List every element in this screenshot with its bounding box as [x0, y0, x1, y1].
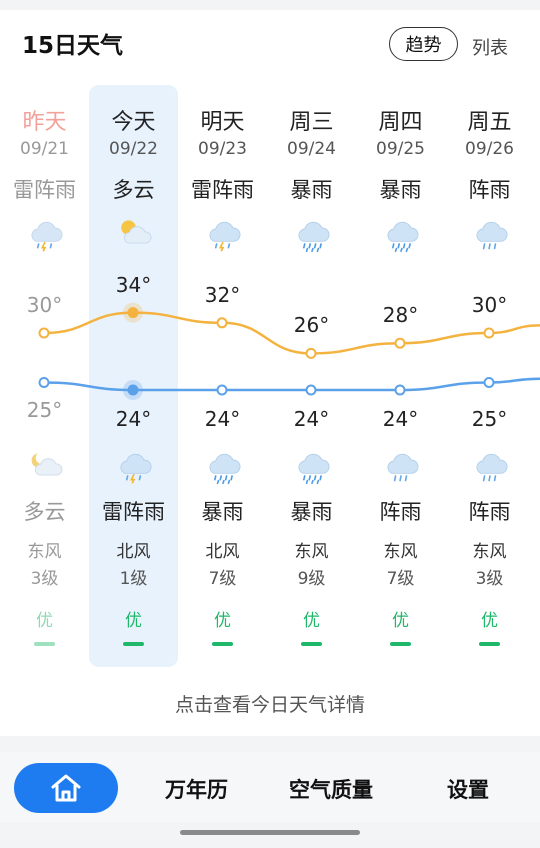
low-temp-point	[394, 384, 406, 396]
aqi-bar	[212, 642, 233, 646]
high-temp-line	[43, 311, 540, 355]
wind-level: 3级	[30, 569, 59, 589]
day-name: 明天	[200, 110, 245, 135]
night-weather: 阵雨	[468, 500, 511, 524]
trend-button[interactable]: 趋势	[389, 27, 458, 61]
day-name: 周四	[378, 110, 423, 135]
shower-icon	[476, 453, 508, 482]
today-detail-link[interactable]: 点击查看今日天气详情	[0, 690, 540, 717]
low-temp-line	[43, 377, 540, 392]
day-date: 09/23	[198, 139, 247, 159]
wind-level: 1级	[119, 569, 148, 589]
aqi-label: 优	[481, 611, 498, 631]
page-title: 15日天气	[22, 33, 124, 59]
high-temp-point	[38, 327, 50, 339]
night-weather: 暴雨	[290, 500, 333, 524]
day-weather: 暴雨	[290, 178, 333, 202]
wind-level: 7级	[208, 569, 237, 589]
high-temp-point	[216, 317, 228, 329]
day-weather: 多云	[112, 178, 155, 202]
night-weather: 暴雨	[201, 500, 244, 524]
day-weather: 暴雨	[379, 178, 422, 202]
aqi-label: 优	[214, 611, 231, 631]
aqi-bar	[34, 642, 55, 646]
rain-icon	[31, 221, 63, 252]
aqi-label: 优	[392, 611, 409, 631]
aqi-label: 优	[303, 611, 320, 631]
wind-direction: 北风	[116, 542, 151, 562]
temperature-trend-chart	[38, 302, 540, 400]
shower-icon	[387, 453, 419, 482]
partly-cloudy-night-icon	[31, 453, 63, 476]
wind-direction: 东风	[27, 542, 62, 562]
low-temp-point	[216, 384, 228, 396]
thunder-rain-icon	[120, 453, 152, 484]
thunder-rain-icon	[209, 221, 241, 252]
low-temp-point	[127, 384, 139, 396]
day-date: 09/21	[20, 139, 69, 159]
wind-level: 7级	[386, 569, 415, 589]
high-temp-point	[483, 327, 495, 339]
wind-direction: 东风	[472, 542, 507, 562]
day-date: 09/26	[465, 139, 514, 159]
day-name: 周三	[289, 110, 334, 135]
low-temp-point	[483, 377, 495, 388]
heavy-rain-icon	[209, 453, 241, 485]
home-icon	[51, 774, 81, 802]
partly-cloudy-day-icon	[121, 220, 152, 244]
forecast-card: 15日天气 趋势 列表 昨天 09/21 雷阵雨 30° 25° 多云 东风 3级优今天 09/…	[0, 0, 540, 736]
aqi-bar	[123, 642, 144, 646]
wind-level: 9级	[297, 569, 326, 589]
day-name: 昨天	[22, 110, 67, 135]
high-temp-point	[127, 307, 139, 319]
nav-air-quality[interactable]: 空气质量	[289, 774, 373, 804]
list-button[interactable]: 列表	[472, 34, 508, 60]
nav-calendar[interactable]: 万年历	[165, 774, 228, 804]
wind-direction: 北风	[205, 542, 240, 562]
day-date: 09/24	[287, 139, 336, 159]
nav-settings[interactable]: 设置	[447, 774, 489, 804]
night-weather: 阵雨	[379, 500, 422, 524]
aqi-label: 优	[125, 611, 142, 631]
day-weather: 雷阵雨	[191, 178, 254, 202]
aqi-bar	[390, 642, 411, 646]
heavy-rain-icon	[298, 453, 330, 485]
night-weather: 多云	[23, 500, 66, 524]
day-date: 09/22	[109, 139, 158, 159]
aqi-bar	[301, 642, 322, 646]
high-temp-point	[394, 337, 406, 349]
home-indicator	[180, 830, 360, 835]
day-name: 周五	[467, 110, 512, 135]
top-strip	[0, 0, 540, 10]
night-weather: 雷阵雨	[102, 500, 165, 524]
low-temp-point	[38, 377, 50, 388]
shower-icon	[476, 221, 508, 250]
bottom-nav: 万年历 空气质量 设置	[0, 752, 540, 822]
aqi-bar	[479, 642, 500, 646]
nav-home-button[interactable]	[14, 763, 118, 813]
day-weather: 阵雨	[468, 178, 511, 202]
wind-level: 3级	[475, 569, 504, 589]
day-date: 09/25	[376, 139, 425, 159]
heavy-rain-icon	[387, 221, 419, 253]
heavy-rain-icon	[298, 221, 330, 253]
wind-direction: 东风	[383, 542, 418, 562]
high-temp-point	[305, 347, 317, 359]
day-name: 今天	[111, 110, 156, 135]
day-weather: 雷阵雨	[13, 178, 76, 202]
low-temp-point	[305, 384, 317, 396]
aqi-label: 优	[36, 611, 53, 631]
wind-direction: 东风	[294, 542, 329, 562]
